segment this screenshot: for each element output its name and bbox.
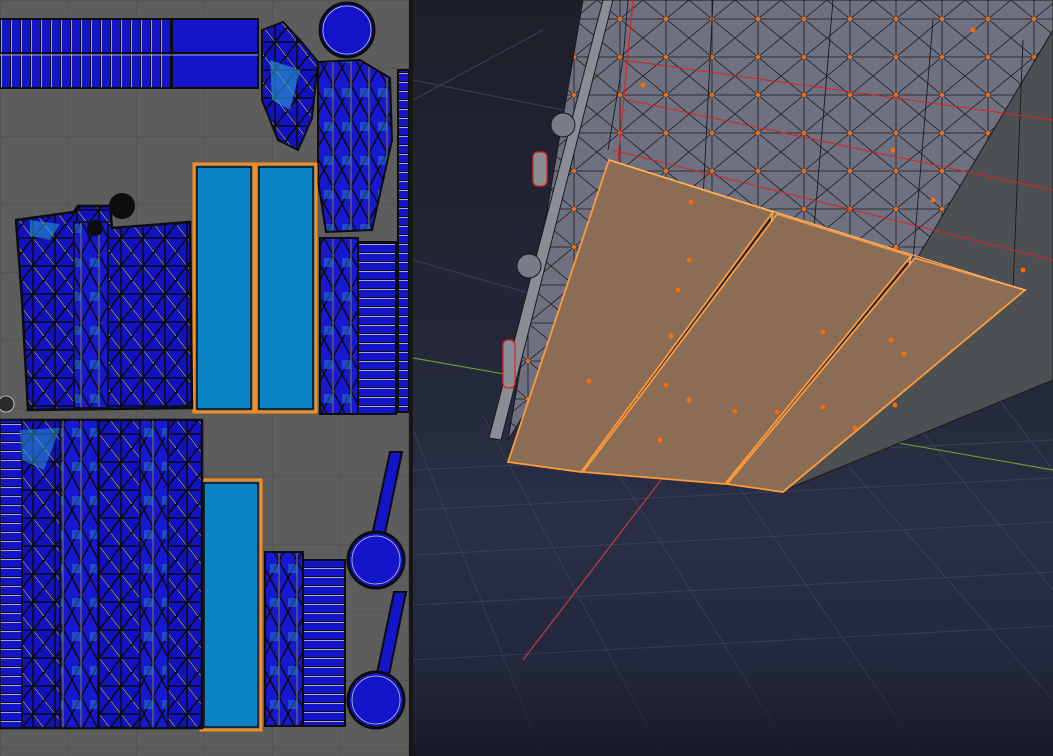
uv-island-circle-stem-a[interactable] xyxy=(346,451,406,590)
uv-island-selected-a[interactable] xyxy=(192,162,256,414)
uv-island-mid-right-column[interactable] xyxy=(319,237,397,415)
uv-island-top-strip[interactable] xyxy=(0,18,259,89)
uv-island-top-right-column[interactable] xyxy=(317,58,394,234)
3d-viewport-area[interactable] xyxy=(413,0,1053,756)
uv-island-circle-top[interactable] xyxy=(318,1,376,59)
uv-island-bottom-left-block[interactable] xyxy=(0,418,204,730)
uv-island-right-edge[interactable] xyxy=(397,69,409,413)
uv-island-selected-c[interactable] xyxy=(199,478,263,732)
viewport-canvas[interactable] xyxy=(413,0,1053,756)
uv-island-mid-left-block[interactable] xyxy=(14,204,194,412)
uv-island-selected-b[interactable] xyxy=(254,162,318,414)
uv-island-circle-stem-b[interactable] xyxy=(346,591,408,730)
uv-island-fan-cluster[interactable] xyxy=(261,20,320,152)
uv-canvas[interactable] xyxy=(0,0,409,756)
uv-editor-area[interactable] xyxy=(0,0,409,756)
uv-island-bottom-mid-column[interactable] xyxy=(264,551,346,727)
